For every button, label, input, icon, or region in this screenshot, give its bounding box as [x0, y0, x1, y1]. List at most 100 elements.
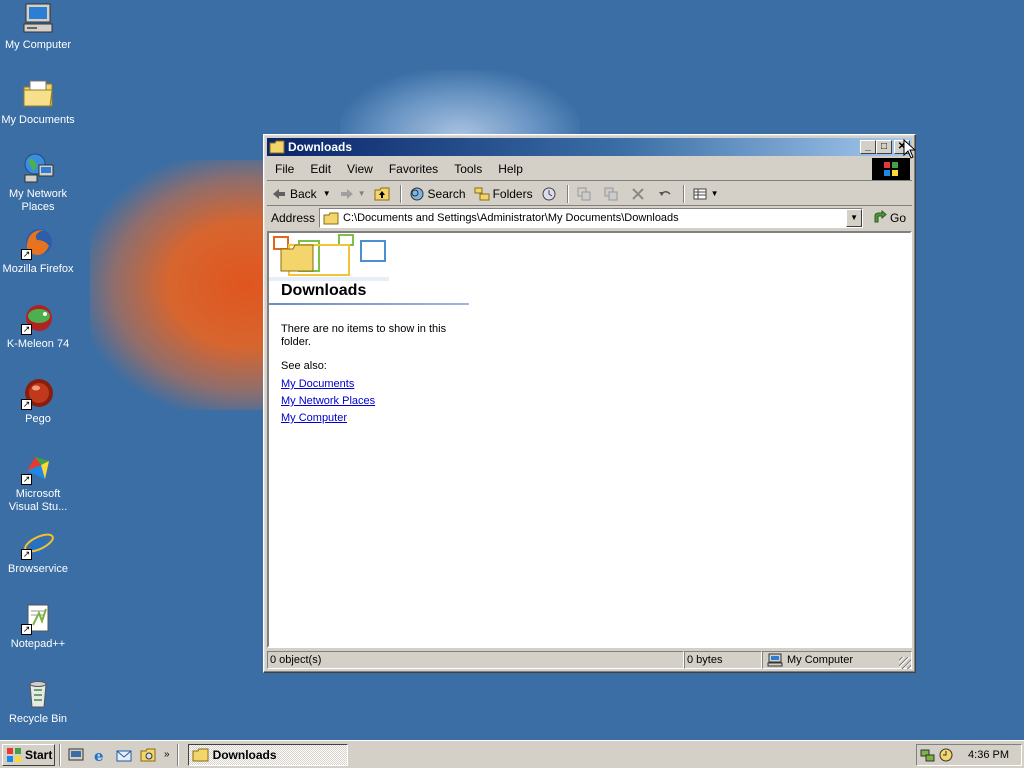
notepad-plus-plus-icon: ↗ — [21, 601, 55, 635]
menu-file[interactable]: File — [267, 162, 302, 176]
internet-explorer-icon: e — [94, 747, 104, 765]
taskbar-separator — [176, 743, 179, 766]
quicklaunch-show-desktop[interactable] — [67, 746, 85, 764]
svg-text:e: e — [30, 528, 48, 560]
copy-to-icon — [603, 186, 619, 202]
my-documents-icon — [21, 77, 55, 111]
menu-view[interactable]: View — [339, 162, 381, 176]
windows-logo-icon — [7, 747, 21, 762]
menu-help[interactable]: Help — [490, 162, 531, 176]
status-zone: My Computer — [762, 651, 912, 669]
quicklaunch-outlook-express[interactable] — [115, 746, 133, 764]
back-dropdown-icon[interactable]: ▼ — [323, 189, 331, 198]
folders-icon — [474, 186, 490, 202]
title-divider — [269, 303, 469, 305]
svg-text:e: e — [94, 747, 104, 764]
resize-grip[interactable] — [899, 657, 911, 669]
folder-icon — [269, 140, 285, 154]
shortcut-arrow-icon: ↗ — [21, 624, 32, 635]
desktop-icon-pego[interactable]: ↗ Pego — [0, 376, 76, 426]
clock[interactable]: 4:36 PM — [968, 749, 1009, 761]
taskbar-separator — [59, 743, 61, 766]
shortcut-arrow-icon: ↗ — [21, 399, 32, 410]
link-my-documents[interactable]: My Documents — [281, 378, 354, 390]
menu-favorites[interactable]: Favorites — [381, 162, 446, 176]
desktop-icon-recycle-bin[interactable]: Recycle Bin — [0, 676, 76, 726]
search-button[interactable]: Search — [405, 183, 470, 205]
menu-edit[interactable]: Edit — [302, 162, 339, 176]
desktop-icon-my-documents[interactable]: My Documents — [0, 77, 76, 127]
back-button[interactable]: Back ▼ — [267, 183, 335, 205]
outlook-express-icon — [116, 750, 132, 761]
quicklaunch-more-icon[interactable]: » — [164, 749, 170, 760]
network-tray-icon[interactable] — [920, 747, 936, 763]
toolbar-separator — [682, 184, 685, 203]
recycle-bin-icon — [21, 676, 55, 710]
visual-studio-icon: ↗ — [21, 451, 55, 485]
delete-button[interactable] — [626, 183, 653, 205]
address-value: C:\Documents and Settings\Administrator\… — [343, 212, 679, 224]
folder-content-pane[interactable]: Downloads There are no items to show in … — [267, 231, 912, 648]
desktop-icon-label: Microsoft Visual Stu... — [8, 488, 68, 513]
start-label: Start — [25, 747, 53, 762]
desktop-icon-my-computer[interactable]: My Computer — [0, 2, 76, 52]
desktop-icon-firefox[interactable]: ↗ Mozilla Firefox — [0, 226, 76, 276]
toolbar-separator — [399, 184, 402, 203]
up-folder-icon — [374, 186, 390, 202]
menu-bar: File Edit View Favorites Tools Help — [267, 157, 912, 181]
show-desktop-icon — [68, 748, 84, 760]
volume-tray-icon[interactable] — [938, 747, 954, 763]
desktop-icon-notepad-plus-plus[interactable]: ↗ Notepad++ — [0, 601, 76, 651]
link-my-computer[interactable]: My Computer — [281, 412, 347, 424]
start-button[interactable]: Start — [2, 743, 55, 766]
up-folder-button[interactable] — [370, 183, 397, 205]
views-dropdown-icon: ▼ — [710, 189, 719, 198]
address-dropdown-button[interactable]: ▼ — [846, 209, 863, 227]
forward-dropdown-icon[interactable]: ▼ — [358, 189, 366, 198]
shortcut-arrow-icon: ↗ — [21, 474, 32, 485]
desktop-icon-label: Pego — [25, 413, 51, 425]
quicklaunch-internet-explorer[interactable]: e — [91, 746, 109, 765]
maximize-icon: □ — [880, 141, 888, 152]
shortcut-arrow-icon: ↗ — [21, 324, 32, 335]
network-places-icon — [21, 151, 55, 185]
window-title: Downloads — [288, 140, 353, 154]
address-input[interactable]: C:\Documents and Settings\Administrator\… — [319, 208, 864, 228]
k-meleon-icon: ↗ — [21, 301, 55, 335]
shortcut-arrow-icon: ↗ — [21, 549, 32, 560]
desktop-icon-k-meleon[interactable]: ↗ K-Meleon 74 — [0, 301, 76, 351]
desktop-icon-network-places[interactable]: My Network Places — [0, 151, 76, 214]
minimize-icon: _ — [865, 141, 871, 152]
back-label: Back — [290, 186, 317, 201]
history-button[interactable] — [537, 183, 564, 205]
taskbar: Start e » Downloads 4:36 PM — [0, 740, 1024, 768]
move-to-button[interactable] — [572, 183, 599, 205]
delete-icon — [630, 186, 646, 202]
chevron-down-icon: ▼ — [850, 213, 858, 222]
folders-button[interactable]: Folders — [470, 183, 537, 205]
toolbar-separator — [566, 184, 569, 203]
desktop-icon-visual-studio[interactable]: ↗ Microsoft Visual Stu... — [0, 451, 76, 514]
windows-logo-icon — [872, 158, 910, 180]
pego-icon: ↗ — [21, 376, 55, 410]
taskbar-button-downloads[interactable]: Downloads — [187, 743, 348, 766]
explorer-search-icon — [140, 748, 156, 761]
go-button[interactable]: Go — [873, 209, 906, 227]
undo-button[interactable] — [653, 183, 680, 205]
views-button[interactable]: ▼ — [688, 183, 723, 205]
minimize-button[interactable]: _ — [860, 140, 876, 154]
empty-folder-message: There are no items to show in this folde… — [281, 323, 447, 348]
menu-tools[interactable]: Tools — [446, 162, 490, 176]
folders-label: Folders — [492, 186, 533, 201]
desktop-icon-label: My Network Places — [8, 188, 68, 213]
move-to-icon — [576, 186, 592, 202]
forward-button[interactable]: ▼ — [335, 183, 370, 205]
desktop-icon-label: K-Meleon 74 — [6, 338, 70, 350]
maximize-button[interactable]: □ — [876, 140, 892, 154]
window-titlebar[interactable]: Downloads _ □ ✕ — [267, 138, 912, 156]
link-my-network-places[interactable]: My Network Places — [281, 395, 375, 407]
status-bar: 0 object(s) 0 bytes My Computer — [267, 651, 912, 670]
quicklaunch-explorer[interactable] — [139, 746, 157, 764]
copy-to-button[interactable] — [599, 183, 626, 205]
desktop-icon-browservice[interactable]: e ↗ Browservice — [0, 526, 76, 576]
